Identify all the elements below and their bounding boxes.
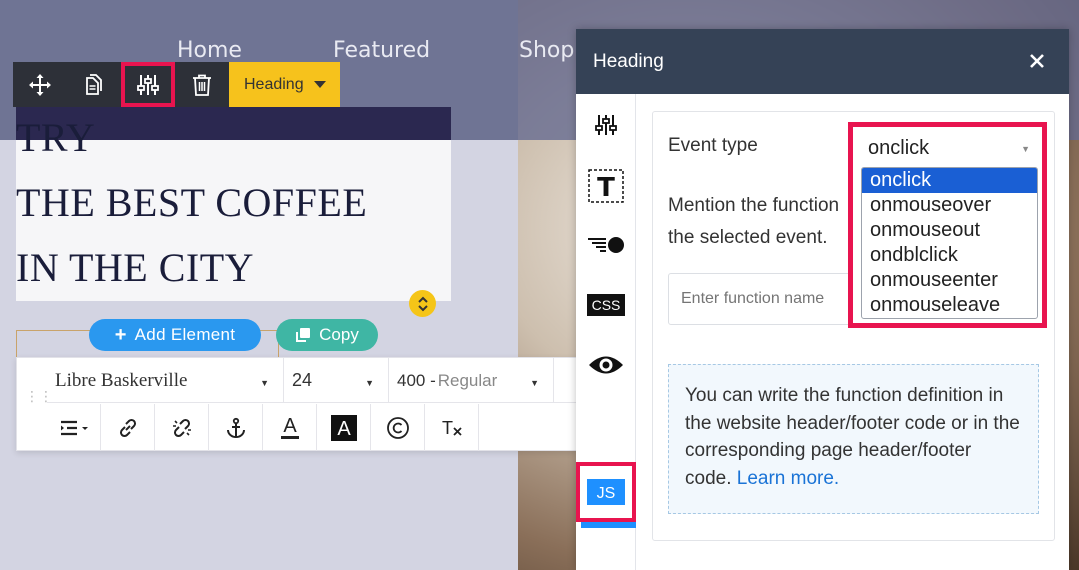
background-color-button[interactable]: A	[317, 404, 371, 451]
plus-icon: +	[114, 324, 127, 346]
heading-line-2: THE BEST COFFEE	[16, 180, 368, 225]
info-text: You can write the function definition in…	[685, 385, 1020, 489]
heading-element[interactable]: TRY THE BEST COFFEE IN THE CITY	[16, 107, 451, 301]
font-weight-name: Regular	[437, 370, 498, 390]
list-indent-icon	[60, 420, 88, 435]
event-type-select[interactable]: onclick ▼	[864, 132, 1038, 164]
copy-label: Copy	[319, 325, 359, 344]
event-option-onmouseleave[interactable]: onmouseleave	[862, 293, 1037, 318]
nav-link-featured[interactable]: Featured	[333, 38, 430, 63]
panel-header: Heading	[576, 29, 1069, 94]
text-format-toolbar: ⋮⋮ Libre Baskerville ▼ 24 ▼ 400 - Regula…	[16, 357, 579, 451]
font-family-select[interactable]: Libre Baskerville ▼	[47, 358, 284, 403]
active-tab-indicator	[581, 522, 636, 528]
text-color-button[interactable]: A	[263, 404, 317, 451]
link-icon	[119, 418, 136, 437]
event-option-onclick[interactable]: onclick	[862, 168, 1037, 193]
anchor-button[interactable]	[209, 404, 263, 451]
svg-text:T: T	[442, 418, 453, 438]
delete-button[interactable]	[175, 62, 229, 107]
element-type-dropdown[interactable]: Heading	[229, 62, 340, 107]
event-option-onmouseout[interactable]: onmouseout	[862, 218, 1037, 243]
close-button[interactable]	[1026, 50, 1048, 72]
font-weight-select[interactable]: 400 - Regular ▼	[389, 358, 554, 403]
svg-text:A: A	[337, 418, 351, 440]
resize-handle[interactable]	[409, 290, 436, 317]
font-weight-number: 400 -	[397, 370, 436, 390]
tab-visibility[interactable]	[576, 338, 636, 392]
move-icon	[29, 73, 51, 96]
font-family-value: Libre Baskerville	[55, 369, 188, 391]
anchor-icon	[226, 417, 245, 438]
unlink-button[interactable]	[155, 404, 209, 451]
add-element-button[interactable]: + Add Element	[89, 319, 261, 351]
function-instruction-line-1: Mention the function	[668, 195, 840, 216]
font-size-select[interactable]: 24 ▼	[284, 358, 389, 403]
duplicate-icon	[86, 73, 102, 95]
add-element-label: Add Element	[134, 325, 236, 344]
chevron-up-down-icon	[417, 296, 428, 311]
duplicate-button[interactable]	[67, 62, 121, 107]
panel-side-tabs: T CSS JS	[576, 94, 636, 570]
unlink-icon	[172, 418, 191, 437]
function-name-input[interactable]	[668, 273, 858, 325]
font-size-value: 24	[292, 370, 313, 390]
text-style-icon: T	[588, 169, 624, 203]
copyright-icon	[386, 416, 409, 439]
clear-format-button[interactable]: T	[425, 404, 479, 451]
heading-line-1: TRY	[16, 115, 96, 160]
svg-text:CSS: CSS	[592, 297, 621, 313]
caret-down-icon: ▼	[365, 378, 374, 388]
element-type-label: Heading	[244, 75, 304, 93]
tab-animation[interactable]	[576, 218, 636, 272]
animation-icon	[588, 237, 624, 253]
tab-settings[interactable]	[576, 98, 636, 152]
event-type-label: Event type	[668, 135, 758, 156]
caret-down-icon: ▼	[1021, 144, 1030, 154]
svg-text:A: A	[283, 415, 297, 437]
event-type-value: onclick	[868, 136, 930, 159]
caret-down-icon: ▼	[260, 378, 269, 388]
insert-link-button[interactable]	[101, 404, 155, 451]
copy-icon	[296, 328, 311, 342]
caret-down-icon: ▼	[530, 378, 539, 388]
javascript-icon: JS	[587, 479, 625, 505]
nav-link-home[interactable]: Home	[177, 38, 242, 63]
event-option-ondblclick[interactable]: ondblclick	[862, 243, 1037, 268]
tab-javascript[interactable]: JS	[576, 462, 636, 522]
background-color-icon: A	[330, 414, 357, 441]
clear-format-icon: T	[442, 418, 462, 438]
css-icon: CSS	[587, 294, 625, 316]
tab-css[interactable]: CSS	[576, 278, 636, 332]
info-box: You can write the function definition in…	[668, 364, 1039, 514]
list-style-button[interactable]	[47, 404, 101, 451]
delete-icon	[193, 74, 211, 96]
move-button[interactable]	[13, 62, 67, 107]
visibility-icon	[589, 356, 623, 374]
caret-down-icon	[313, 80, 326, 88]
function-instruction: Mention the function the selected event.	[668, 190, 868, 254]
svg-text:JS: JS	[597, 485, 616, 502]
tab-text-style[interactable]: T	[576, 159, 636, 213]
copy-button[interactable]: Copy	[276, 319, 378, 351]
nav-link-shop[interactable]: Shop	[519, 38, 574, 63]
panel-title: Heading	[593, 51, 664, 72]
close-icon	[1030, 54, 1044, 68]
learn-more-link[interactable]: Learn more.	[737, 468, 839, 489]
special-character-button[interactable]	[371, 404, 425, 451]
settings-sliders-icon	[137, 74, 159, 95]
event-option-onmouseover[interactable]: onmouseover	[862, 193, 1037, 218]
svg-text:T: T	[597, 173, 615, 203]
heading-line-3: IN THE CITY	[16, 245, 255, 290]
element-toolbar	[13, 62, 229, 107]
text-color-icon: A	[280, 415, 299, 439]
settings-button[interactable]	[121, 62, 175, 107]
event-type-options: onclick onmouseover onmouseout ondblclic…	[861, 167, 1038, 319]
event-option-onmouseenter[interactable]: onmouseenter	[862, 268, 1037, 293]
settings-sliders-icon	[595, 115, 617, 135]
function-instruction-line-2: the selected event.	[668, 227, 828, 248]
